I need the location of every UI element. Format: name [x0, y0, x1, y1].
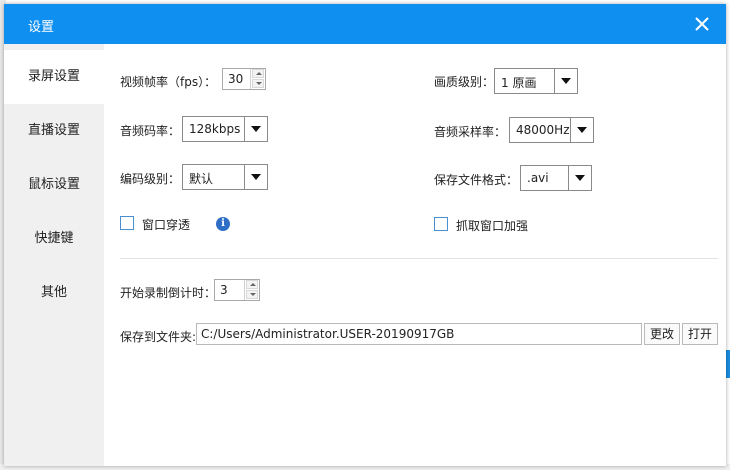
sidebar-item-label: 直播设置 — [27, 123, 80, 138]
audio-bitrate-label: 音频码率： — [120, 124, 181, 138]
sidebar-item-other[interactable]: 其他 — [4, 266, 104, 320]
sample-rate-select[interactable]: 48000Hz — [509, 117, 594, 143]
audio-bitrate-value: 128kbps — [189, 122, 241, 136]
quality-value: 1 原画 — [501, 76, 537, 90]
countdown-value: 3 — [220, 283, 228, 297]
settings-content: 视频帧率（fps）： 30 画质级别： 1 原画 音频码率： 128kbps 音… — [104, 44, 726, 466]
spin-up-icon[interactable] — [252, 69, 264, 78]
sidebar-item-live[interactable]: 直播设置 — [4, 104, 104, 158]
fps-label: 视频帧率（fps）： — [120, 75, 217, 89]
sidebar-item-label: 其他 — [40, 285, 67, 300]
title-bar: 设置 — [4, 4, 726, 44]
save-folder-label: 保存到文件夹: — [120, 330, 197, 344]
sample-rate-label: 音频采样率： — [434, 125, 507, 139]
settings-dialog: 设置 录屏设置 直播设置 鼠标设置 快捷键 其他 视频帧率（fps）： 30 画… — [4, 4, 726, 466]
background-app-accent — [726, 350, 730, 378]
fps-value: 30 — [228, 72, 244, 86]
info-icon[interactable]: i — [216, 217, 230, 231]
countdown-label: 开始录制倒计时： — [120, 286, 217, 300]
sidebar-item-record[interactable]: 录屏设置 — [4, 50, 104, 104]
save-folder-field[interactable]: C:/Users/Administrator.USER-20190917GB — [196, 323, 642, 345]
audio-bitrate-select[interactable]: 128kbps — [182, 116, 268, 142]
close-icon[interactable] — [692, 14, 712, 34]
capture-enhance-label: 抓取窗口加强 — [456, 219, 529, 233]
chevron-down-icon — [568, 166, 591, 190]
sidebar-item-label: 鼠标设置 — [27, 177, 80, 192]
countdown-stepper[interactable]: 3 — [214, 279, 260, 301]
fps-stepper[interactable]: 30 — [222, 68, 266, 90]
quality-label: 画质级别： — [434, 75, 495, 89]
save-folder-value: C:/Users/Administrator.USER-20190917GB — [201, 327, 455, 341]
sidebar-item-label: 录屏设置 — [27, 69, 80, 84]
countdown-spin — [244, 280, 259, 300]
dialog-title: 设置 — [28, 20, 55, 35]
chevron-down-icon — [244, 117, 267, 141]
encode-level-label: 编码级别： — [120, 172, 181, 186]
quality-select[interactable]: 1 原画 — [494, 68, 578, 94]
chevron-down-icon — [244, 165, 267, 189]
section-divider — [120, 258, 718, 259]
window-through-checkbox[interactable] — [120, 216, 134, 230]
sample-rate-value: 48000Hz — [516, 123, 570, 137]
sidebar-item-mouse[interactable]: 鼠标设置 — [4, 158, 104, 212]
change-folder-button[interactable]: 更改 — [644, 323, 680, 345]
open-folder-button[interactable]: 打开 — [682, 323, 718, 345]
chevron-down-icon — [554, 69, 577, 93]
sidebar-item-label: 快捷键 — [34, 231, 74, 246]
capture-enhance-checkbox[interactable] — [434, 217, 448, 231]
spin-down-icon[interactable] — [246, 290, 258, 299]
file-format-label: 保存文件格式： — [434, 173, 519, 187]
encode-level-select[interactable]: 默认 — [182, 164, 268, 190]
window-through-label: 窗口穿透 — [142, 218, 191, 232]
fps-spin — [250, 69, 265, 89]
settings-sidebar: 录屏设置 直播设置 鼠标设置 快捷键 其他 — [4, 44, 104, 466]
encode-level-value: 默认 — [189, 172, 214, 186]
file-format-select[interactable]: .avi — [520, 165, 592, 191]
file-format-value: .avi — [527, 171, 549, 185]
sidebar-item-hotkeys[interactable]: 快捷键 — [4, 212, 104, 266]
spin-down-icon[interactable] — [252, 79, 264, 88]
chevron-down-icon — [570, 118, 593, 142]
spin-up-icon[interactable] — [246, 280, 258, 289]
